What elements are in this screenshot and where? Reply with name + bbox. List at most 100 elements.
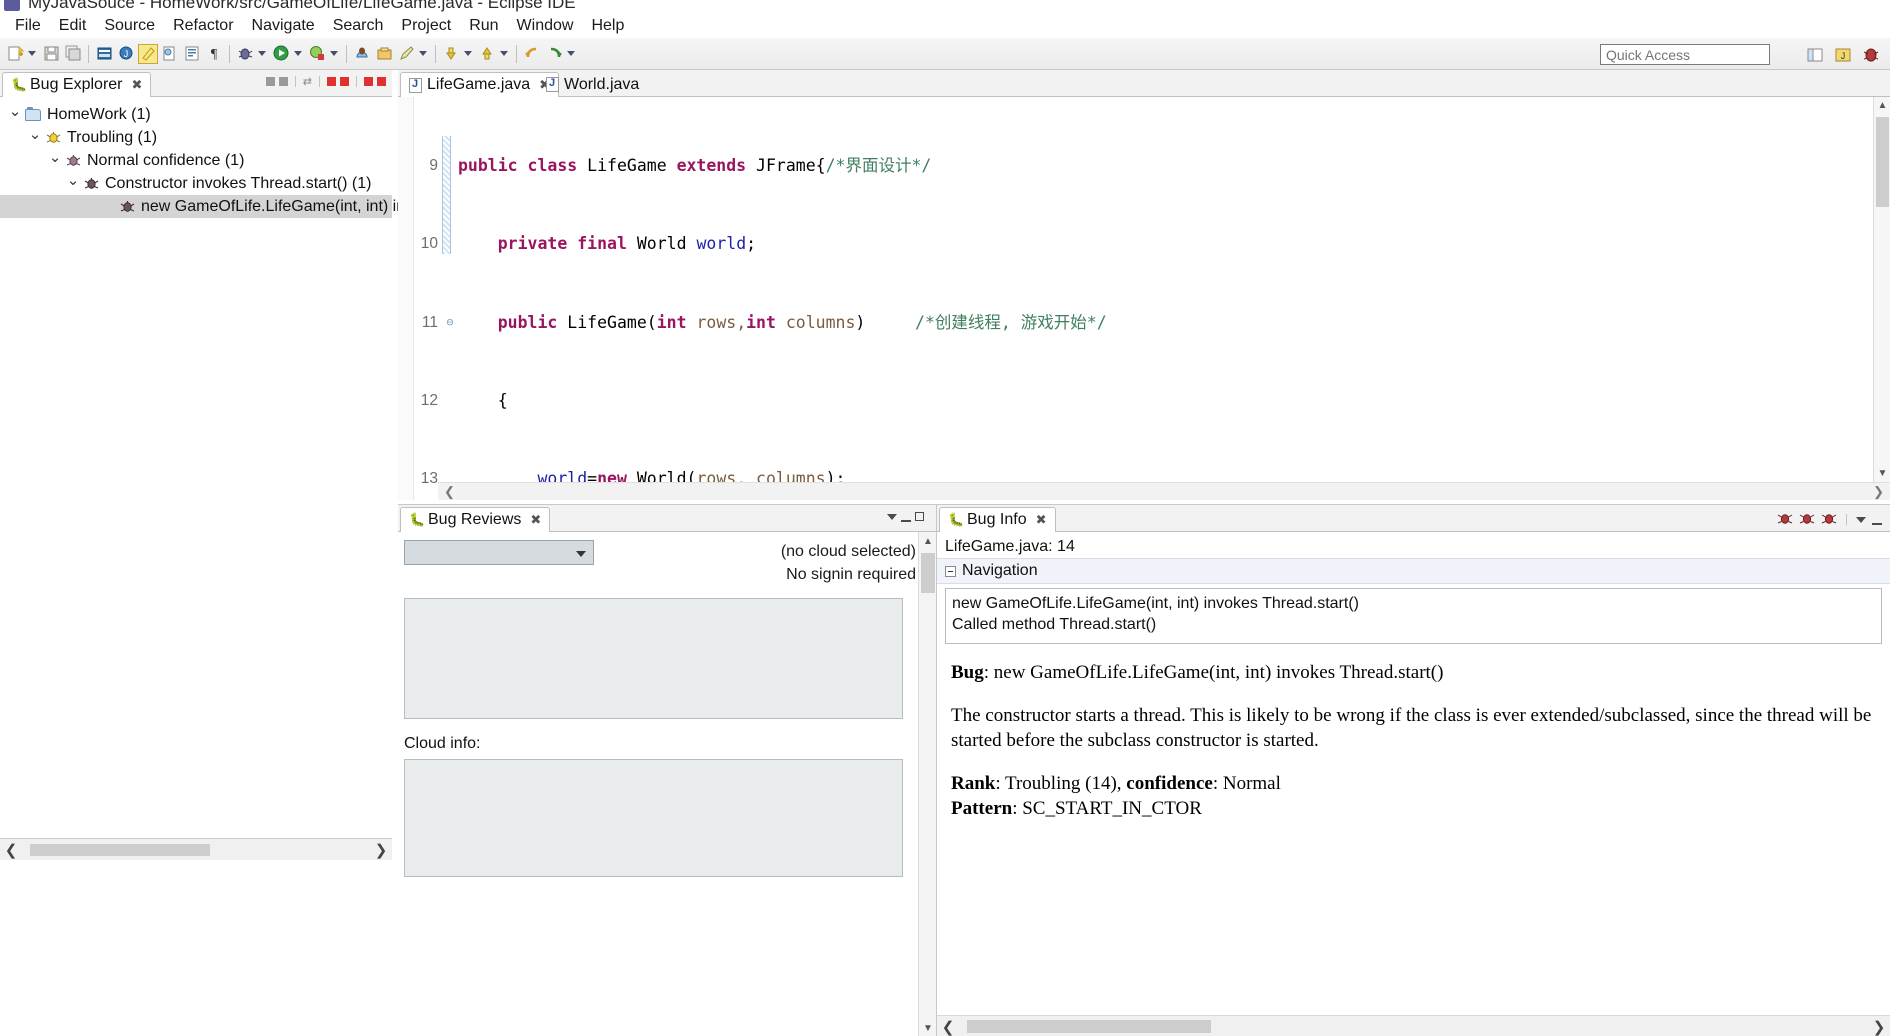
scroll-left-icon[interactable]: ❮ — [0, 839, 22, 861]
tree-node-constructor-invokes[interactable]: Constructor invokes Thread.start() (1) — [0, 172, 392, 195]
findbugs-icon[interactable] — [352, 44, 372, 64]
perspective-findbugs-icon[interactable] — [1861, 45, 1881, 65]
cloud-select-dropdown[interactable] — [404, 540, 594, 565]
scroll-right-icon[interactable]: ❯ — [370, 839, 392, 861]
show-whitespace-icon[interactable]: ¶ — [204, 44, 224, 64]
tree-node-troubling[interactable]: Troubling (1) — [0, 126, 392, 149]
chevron-down-icon[interactable] — [64, 175, 82, 193]
menu-navigate[interactable]: Navigate — [243, 16, 324, 36]
filter-red-2-icon[interactable] — [340, 77, 349, 86]
next-bug-icon[interactable] — [1799, 510, 1815, 529]
scroll-left-icon[interactable]: ❮ — [444, 484, 455, 500]
tab-bug-explorer[interactable]: 🐛 Bug Explorer ✖ — [2, 72, 152, 97]
navigation-item[interactable]: new GameOfLife.LifeGame(int, int) invoke… — [952, 593, 1875, 614]
debug-icon[interactable] — [235, 44, 255, 64]
scroll-down-icon[interactable]: ▼ — [919, 1019, 937, 1036]
tab-lifegame-java[interactable]: LifeGame.java ✖ — [400, 72, 560, 97]
navigation-section-header[interactable]: Navigation — [937, 558, 1890, 584]
new-class-icon[interactable] — [160, 44, 180, 64]
minimize-icon[interactable] — [901, 519, 911, 522]
close-icon[interactable]: ✖ — [132, 77, 143, 93]
cloud-info-textarea[interactable] — [404, 759, 903, 877]
forward-navigate-icon[interactable] — [544, 44, 564, 64]
navigation-list[interactable]: new GameOfLife.LifeGame(int, int) invoke… — [945, 588, 1882, 644]
tab-bug-reviews[interactable]: 🐛 Bug Reviews ✖ — [400, 507, 551, 532]
tree-node-normal-confidence[interactable]: Normal confidence (1) — [0, 149, 392, 172]
menu-search[interactable]: Search — [324, 16, 393, 36]
tree-node-bug-instance[interactable]: new GameOfLife.LifeGame(int, int) invo — [0, 195, 422, 218]
code-lines[interactable]: 9 public class LifeGame extends JFrame{/… — [398, 97, 1872, 489]
debug-dropdown-icon[interactable] — [256, 44, 267, 64]
quick-access-input[interactable] — [1600, 44, 1770, 65]
hscroll-thumb[interactable] — [967, 1020, 1211, 1033]
filter-red-3-icon[interactable] — [364, 77, 373, 86]
view-menu-icon[interactable] — [887, 513, 897, 520]
vscroll-thumb[interactable] — [1876, 117, 1889, 207]
prev-annotation-icon[interactable] — [477, 44, 497, 64]
pencil-dropdown-icon[interactable] — [417, 44, 428, 64]
chevron-down-icon[interactable] — [6, 106, 24, 124]
code-content[interactable]: 9 public class LifeGame extends JFrame{/… — [398, 97, 1890, 500]
menu-edit[interactable]: Edit — [50, 16, 96, 36]
open-type-icon[interactable]: J — [116, 44, 136, 64]
coverage-dropdown-icon[interactable] — [328, 44, 339, 64]
tab-bug-info[interactable]: 🐛 Bug Info ✖ — [939, 507, 1056, 532]
new-wizard-icon[interactable] — [5, 44, 25, 64]
back-navigate-icon[interactable] — [522, 44, 542, 64]
java-editor-icon[interactable] — [138, 43, 158, 64]
scroll-right-icon[interactable]: ❯ — [1868, 1016, 1890, 1036]
expand-all-icon[interactable] — [278, 77, 288, 86]
view-menu-icon[interactable] — [1856, 516, 1866, 523]
next-annotation-icon[interactable] — [441, 44, 461, 64]
run-dropdown-icon[interactable] — [292, 44, 303, 64]
filter-red-1-icon[interactable] — [327, 77, 336, 86]
bug-explorer-hscrollbar[interactable]: ❮ ❯ — [0, 838, 392, 860]
scroll-down-icon[interactable]: ▼ — [1874, 465, 1890, 482]
navigation-item[interactable]: Called method Thread.start() — [952, 614, 1875, 635]
save-icon[interactable] — [41, 44, 61, 64]
tree-node-homework[interactable]: HomeWork (1) — [0, 103, 392, 126]
editor-vscrollbar[interactable]: ▲ ▼ — [1873, 97, 1890, 482]
link-editor-icon[interactable]: ⇄ — [303, 75, 312, 88]
scroll-up-icon[interactable]: ▲ — [1874, 97, 1890, 114]
new-wizard-dropdown-icon[interactable] — [26, 44, 37, 64]
navigate-dropdown-icon[interactable] — [565, 44, 576, 64]
editor-hscrollbar[interactable]: ❮ ❯ — [438, 482, 1890, 500]
menu-window[interactable]: Window — [508, 16, 583, 36]
run-icon[interactable] — [271, 44, 291, 64]
chevron-down-icon[interactable] — [46, 152, 64, 170]
fold-marker[interactable] — [442, 156, 458, 176]
next-annotation-dropdown-icon[interactable] — [462, 44, 473, 64]
menu-file[interactable]: File — [6, 16, 50, 36]
run-coverage-icon[interactable] — [307, 44, 327, 64]
filter-red-4-icon[interactable] — [377, 77, 386, 86]
hscroll-track[interactable] — [22, 842, 370, 857]
scroll-right-icon[interactable]: ❯ — [1873, 484, 1884, 500]
external-tools-icon[interactable] — [374, 44, 394, 64]
fold-marker[interactable] — [442, 391, 458, 411]
prev-annotation-dropdown-icon[interactable] — [498, 44, 509, 64]
bug-reviews-vscrollbar[interactable]: ▲ ▼ — [918, 532, 936, 1036]
fold-marker[interactable]: ⊖ — [442, 313, 458, 333]
hscroll-thumb[interactable] — [30, 843, 210, 856]
collapse-all-icon[interactable] — [265, 77, 275, 86]
toggle-console-icon[interactable] — [94, 44, 114, 64]
menu-run[interactable]: Run — [460, 16, 507, 36]
maximize-icon[interactable] — [915, 512, 924, 521]
scroll-left-icon[interactable]: ❮ — [937, 1016, 959, 1036]
tab-world-java[interactable]: World.java — [538, 72, 647, 97]
open-perspective-icon[interactable] — [1805, 45, 1825, 65]
perspective-java-icon[interactable]: J — [1833, 45, 1853, 65]
close-icon[interactable]: ✖ — [1036, 512, 1047, 528]
prev-bug-icon[interactable] — [1777, 510, 1793, 529]
collapse-expander-icon[interactable] — [945, 565, 956, 577]
minimize-icon[interactable] — [1872, 522, 1882, 525]
search-pencil-icon[interactable] — [396, 44, 416, 64]
scroll-up-icon[interactable]: ▲ — [919, 532, 937, 550]
save-all-icon[interactable] — [63, 44, 83, 64]
vscroll-thumb[interactable] — [921, 553, 935, 593]
chevron-down-icon[interactable] — [26, 129, 44, 147]
menu-help[interactable]: Help — [582, 16, 633, 36]
menu-source[interactable]: Source — [95, 16, 164, 36]
menu-project[interactable]: Project — [392, 16, 460, 36]
